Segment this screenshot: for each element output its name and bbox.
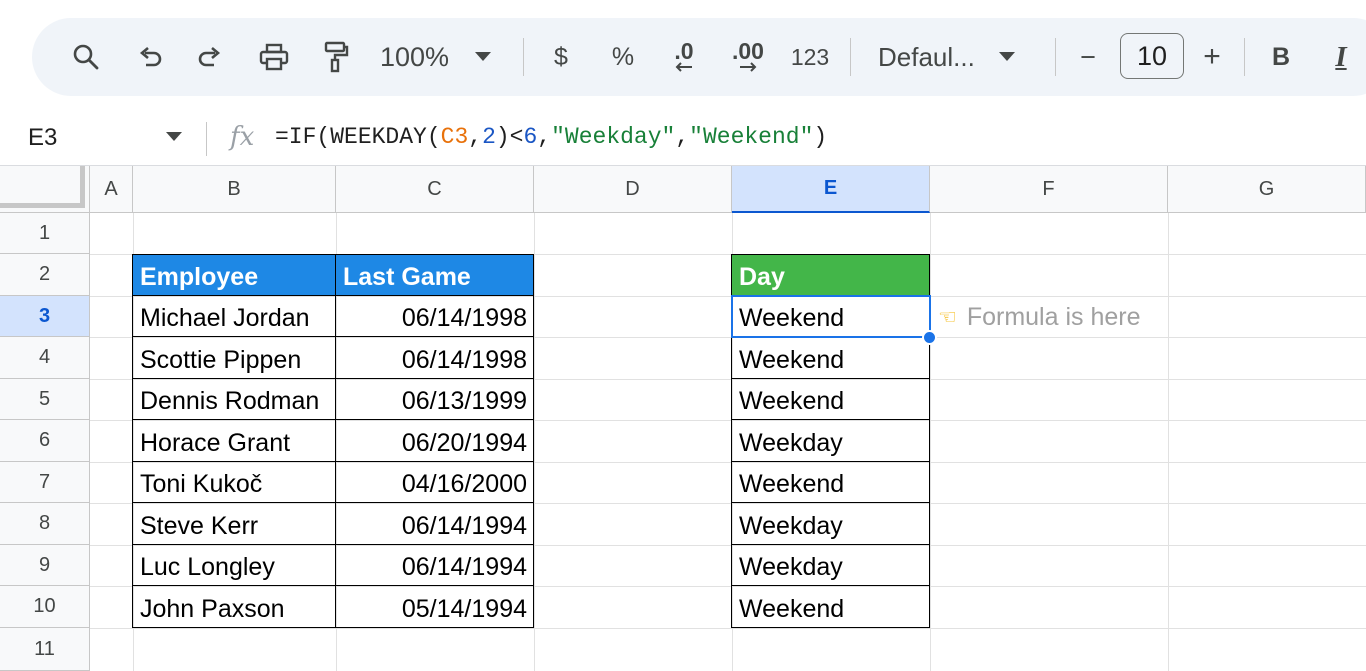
cell-b2-header[interactable]: Employee [132, 254, 336, 296]
spreadsheet-grid: A B C D E F G 1 2 3 4 5 6 7 8 9 10 11 Em… [0, 166, 1366, 671]
minus-label: − [1080, 41, 1096, 72]
toolbar-divider [523, 38, 524, 76]
table-cell-date[interactable]: 06/14/1994 [335, 544, 534, 586]
formula-bar-divider [206, 122, 207, 156]
fill-handle[interactable] [922, 330, 937, 345]
more-formats-label: 123 [790, 43, 830, 70]
toolbar-area: 100% $ % .0 .00 123 Defaul... − 10 + B I [0, 0, 1366, 112]
plus-label: + [1203, 40, 1221, 73]
arrow-right-icon [740, 62, 757, 72]
italic-label: I [1335, 40, 1347, 73]
paint-format-button[interactable] [316, 37, 356, 77]
table-cell-date[interactable]: 06/20/1994 [335, 419, 534, 462]
increase-decimal-button[interactable]: .00 [726, 37, 770, 77]
redo-button[interactable] [190, 37, 230, 77]
table-cell-date[interactable]: 05/14/1994 [335, 585, 534, 628]
undo-icon [139, 47, 162, 67]
table-cell-day[interactable]: Weekday [731, 502, 930, 545]
formula-text: ) [813, 124, 828, 150]
table-cell-day[interactable]: Weekend [731, 336, 930, 379]
increase-font-size-button[interactable]: + [1196, 37, 1228, 77]
formula-cell-ref: C3 [440, 124, 469, 150]
redo-icon [198, 47, 221, 67]
table-cell-employee[interactable]: John Paxson [132, 585, 336, 628]
pointing-hand-icon: ☜ [938, 306, 957, 329]
zoom-value: 100% [380, 41, 450, 72]
cell-c2-header[interactable]: Last Game [335, 254, 534, 296]
formula-string: "Weekday" [551, 124, 676, 150]
formula-text: =IF(WEEKDAY( [275, 124, 441, 150]
bold-label: B [1271, 42, 1291, 71]
formula-number: 2 [482, 124, 496, 150]
decrease-decimal-button[interactable]: .0 [664, 37, 704, 77]
chevron-down-icon [998, 52, 1015, 61]
table-cell-day[interactable]: Weekend [731, 378, 930, 420]
table-cell-employee[interactable]: Dennis Rodman [132, 378, 336, 420]
name-box[interactable]: E3 [28, 124, 57, 152]
format-percent-button[interactable]: % [606, 37, 640, 77]
font-size-input[interactable]: 10 [1120, 33, 1184, 79]
zoom-select[interactable]: 100% [380, 37, 508, 77]
formula-input[interactable]: =IF(WEEKDAY(C3,2)<6,"Weekday","Weekend") [275, 124, 827, 150]
table-cell-day[interactable]: Weekend [731, 585, 930, 628]
font-family-value: Defaul... [878, 41, 975, 72]
currency-label: $ [554, 42, 568, 71]
table-cell-date[interactable]: 04/16/2000 [335, 461, 534, 503]
decrease-decimal-label: .0 [674, 38, 694, 64]
table-cell-date[interactable]: 06/14/1998 [335, 336, 534, 379]
paint-roller-icon [324, 41, 349, 73]
bold-button[interactable]: B [1266, 37, 1296, 77]
table-cell-employee[interactable]: Horace Grant [132, 419, 336, 462]
format-currency-button[interactable]: $ [545, 37, 577, 77]
more-formats-button[interactable]: 123 [788, 37, 832, 77]
table-cell-day[interactable]: Weekday [731, 419, 930, 462]
table-cell-employee[interactable]: Steve Kerr [132, 502, 336, 545]
chevron-down-icon[interactable] [166, 132, 182, 141]
formula-text: )< [495, 124, 524, 150]
undo-button[interactable] [130, 37, 170, 77]
formula-text: , [468, 124, 483, 150]
decrease-font-size-button[interactable]: − [1072, 37, 1104, 77]
search-menus-button[interactable] [66, 37, 106, 77]
toolbar: 100% $ % .0 .00 123 Defaul... − 10 + B I [32, 18, 1366, 96]
table-cell-employee[interactable]: Luc Longley [132, 544, 336, 586]
table-cell-date[interactable]: 06/14/1994 [335, 502, 534, 545]
table-cell-day[interactable]: Weekend [731, 461, 930, 503]
table-cell-employee[interactable]: Scottie Pippen [132, 336, 336, 379]
table-cell-employee[interactable]: Toni Kukoč [132, 461, 336, 503]
table-cell-employee[interactable]: Michael Jordan [132, 295, 336, 337]
percent-label: % [611, 42, 635, 71]
table-cell-day[interactable]: Weekday [731, 544, 930, 586]
formula-string: "Weekend" [689, 124, 814, 150]
arrow-left-icon [675, 62, 692, 72]
print-icon [259, 43, 289, 71]
formula-number: 6 [523, 124, 538, 150]
formula-bar: E3 fx =IF(WEEKDAY(C3,2)<6,"Weekday","Wee… [0, 112, 1366, 166]
cell-e2-header[interactable]: Day [731, 254, 930, 296]
toolbar-divider [1244, 38, 1245, 76]
toolbar-divider [1055, 38, 1056, 76]
font-family-select[interactable]: Defaul... [878, 37, 1034, 77]
formula-text: , [675, 124, 690, 150]
annotation-note: ☜ Formula is here [938, 303, 1141, 332]
table-cell-day[interactable]: Weekend [731, 295, 930, 337]
italic-button[interactable]: I [1328, 37, 1354, 77]
formula-text: , [537, 124, 552, 150]
table-cell-date[interactable]: 06/14/1998 [335, 295, 534, 337]
print-button[interactable] [252, 37, 296, 77]
annotation-text: Formula is here [966, 303, 1141, 331]
search-icon [73, 44, 99, 70]
fx-icon: fx [230, 122, 255, 152]
toolbar-divider [850, 38, 851, 76]
chevron-down-icon [475, 52, 492, 61]
table-cell-date[interactable]: 06/13/1999 [335, 378, 534, 420]
increase-decimal-label: .00 [732, 38, 764, 64]
